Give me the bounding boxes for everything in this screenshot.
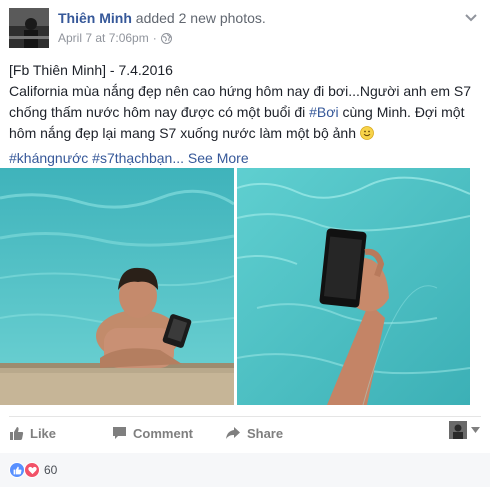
share-button[interactable]: Share xyxy=(225,426,283,441)
like-button[interactable]: Like xyxy=(9,426,56,441)
post-timestamp[interactable]: April 7 at 7:06pm xyxy=(58,31,149,45)
post-options-chevron-icon[interactable] xyxy=(464,10,478,22)
feed-post: Thiên Minh added 2 new photos. April 7 a… xyxy=(0,0,490,487)
viewer-avatar xyxy=(449,421,467,439)
caret-down-icon xyxy=(471,427,480,433)
reactions-summary[interactable]: 60 xyxy=(9,462,57,478)
actions-top-divider xyxy=(9,416,481,417)
love-reaction-icon xyxy=(24,462,40,478)
see-more-link[interactable]: See More xyxy=(188,150,249,166)
hashtag-link-boi[interactable]: #Bơi xyxy=(309,104,338,120)
author-name-link[interactable]: Thiên Minh xyxy=(58,10,132,26)
reaction-count: 60 xyxy=(44,463,58,477)
post-action-text: added 2 new photos. xyxy=(135,10,266,26)
post-meta: April 7 at 7:06pm · xyxy=(58,31,172,45)
post-hashtags-line: #khángnước #s7thạchbạn... See More xyxy=(9,148,481,169)
comment-label: Comment xyxy=(133,425,193,441)
photo-hand-phone-underwater[interactable] xyxy=(237,168,470,405)
reactions-bar xyxy=(0,453,490,487)
post-text: [Fb Thiên Minh] - 7.4.2016 California mù… xyxy=(9,60,481,169)
post-text-title: [Fb Thiên Minh] - 7.4.2016 xyxy=(9,62,173,78)
post-actions: Like Comment Share xyxy=(9,420,315,446)
like-reaction-icon xyxy=(9,462,25,478)
author-avatar[interactable] xyxy=(9,8,49,48)
meta-separator: · xyxy=(152,31,157,45)
smile-emoji-icon xyxy=(359,125,374,140)
comment-button[interactable]: Comment xyxy=(112,426,193,441)
comment-icon xyxy=(113,427,127,439)
hashtags-links[interactable]: #khángnước #s7thạchbạn... xyxy=(9,150,184,166)
thumbs-up-icon xyxy=(10,426,24,440)
photo-man-in-pool[interactable] xyxy=(0,168,234,405)
globe-icon[interactable] xyxy=(160,32,172,44)
post-as-selector[interactable] xyxy=(449,421,480,439)
post-text-body: California mùa nắng đẹp nên cao hứng hôm… xyxy=(9,81,481,144)
share-arrow-icon xyxy=(225,427,240,439)
share-label: Share xyxy=(246,425,284,441)
author-line: Thiên Minh added 2 new photos. xyxy=(58,10,266,26)
like-label: Like xyxy=(30,425,57,441)
